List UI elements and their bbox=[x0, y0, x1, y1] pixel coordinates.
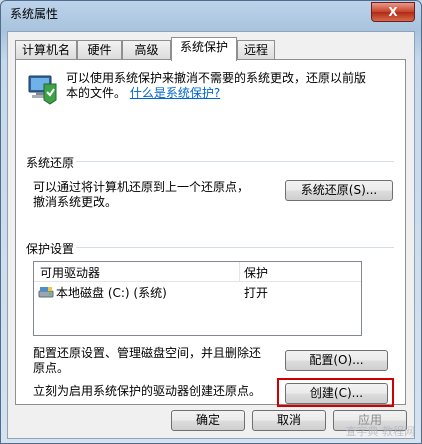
drive-protection-status: 打开 bbox=[244, 286, 269, 300]
restore-description-line1: 可以通过将计算机还原到上一个还原点， bbox=[33, 180, 250, 194]
title-bar[interactable]: 系统属性 X bbox=[1, 1, 421, 25]
close-button[interactable]: X bbox=[371, 2, 415, 22]
configure-text-line1: 配置还原设置、管理磁盘空间，并且删除还 bbox=[33, 346, 262, 360]
configure-text-line2: 原点。 bbox=[33, 361, 70, 375]
system-restore-button[interactable]: 系统还原(S)... bbox=[285, 180, 393, 201]
intro-text-line2: 本的文件。 bbox=[66, 86, 127, 100]
column-available-drives[interactable]: 可用驱动器 bbox=[40, 264, 100, 281]
restore-separator bbox=[74, 161, 394, 162]
column-protection[interactable]: 保护 bbox=[244, 264, 268, 281]
window-title: 系统属性 bbox=[10, 7, 59, 21]
intro-text-line2-wrap: 本的文件。 什么是系统保护? bbox=[66, 86, 220, 101]
create-button-highlight bbox=[277, 378, 394, 407]
cancel-button[interactable]: 取消 bbox=[252, 410, 326, 431]
local-disk-icon bbox=[38, 287, 54, 298]
tab-system-protection[interactable]: 系统保护 bbox=[171, 37, 237, 61]
drive-list-header: 可用驱动器 保护 bbox=[34, 262, 361, 282]
what-is-system-protection-link[interactable]: 什么是系统保护? bbox=[130, 86, 220, 100]
ok-button[interactable]: 确定 bbox=[171, 410, 245, 431]
tab-advanced[interactable]: 高级 bbox=[122, 40, 171, 59]
protection-separator bbox=[74, 247, 394, 248]
system-protection-panel: 可以使用系统保护来撤消不需要的系统更改，还原以前版 本的文件。 什么是系统保护?… bbox=[15, 59, 406, 407]
intro-text-line1: 可以使用系统保护来撤消不需要的系统更改，还原以前版 bbox=[66, 71, 367, 85]
system-properties-window: 系统属性 X 计算机名 硬件 高级 系统保护 远程 可以使用系统保护来撤消不需要… bbox=[0, 0, 422, 444]
drive-list[interactable]: 可用驱动器 保护 本地磁盘 (C:) (系统) 打开 bbox=[33, 261, 362, 336]
restore-description-line2: 撤消系统更改。 bbox=[33, 195, 118, 209]
tab-computer-name[interactable]: 计算机名 bbox=[15, 40, 77, 59]
tab-hardware[interactable]: 硬件 bbox=[77, 40, 122, 59]
tab-label: 计算机名 bbox=[21, 43, 70, 57]
watermark: 查字典 教程网 bbox=[345, 425, 416, 438]
tab-label: 硬件 bbox=[87, 43, 112, 57]
tab-label: 系统保护 bbox=[179, 40, 228, 54]
drive-name: 本地磁盘 (C:) (系统) bbox=[56, 286, 167, 300]
configure-button[interactable]: 配置(O)... bbox=[285, 350, 388, 371]
tab-remote[interactable]: 远程 bbox=[237, 40, 275, 59]
drive-row-c[interactable]: 本地磁盘 (C:) (系统) 打开 bbox=[34, 283, 361, 301]
tab-label: 远程 bbox=[243, 43, 268, 57]
protection-section-label: 保护设置 bbox=[26, 240, 77, 257]
tab-label: 高级 bbox=[134, 43, 159, 57]
column-divider bbox=[239, 262, 240, 281]
create-text: 立刻为启用系统保护的驱动器创建还原点。 bbox=[33, 384, 262, 398]
close-icon: X bbox=[388, 5, 398, 19]
restore-section-label: 系统还原 bbox=[26, 154, 77, 171]
dialog-client-area: 计算机名 硬件 高级 系统保护 远程 可以使用系统保护来撤消不需要的系统更改，还… bbox=[7, 31, 415, 439]
system-protection-icon bbox=[28, 75, 57, 105]
